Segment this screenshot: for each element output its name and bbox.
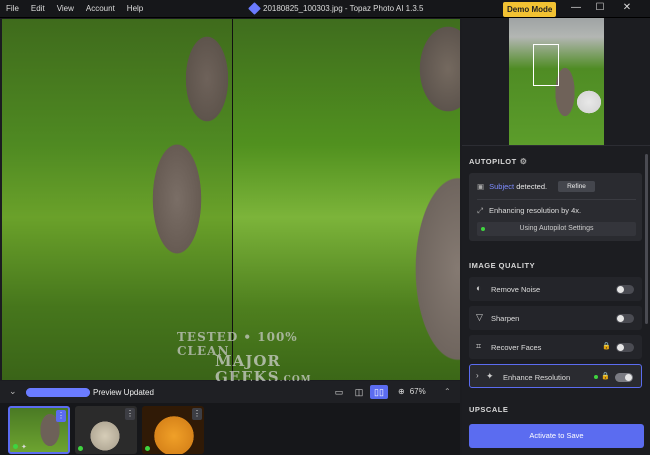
menu-help[interactable]: Help xyxy=(127,4,143,13)
thumbnail-moon-eclipse[interactable]: ⋮ xyxy=(75,406,137,454)
split-view-icon[interactable]: ◫ xyxy=(350,385,368,399)
comparison-divider[interactable] xyxy=(232,19,233,380)
status-dot xyxy=(78,446,83,451)
enhance-resolution-toggle[interactable] xyxy=(615,373,633,382)
subject-word: Subject xyxy=(489,182,515,191)
sharpen-icon: ▽ xyxy=(476,312,483,322)
remove-noise-label: Remove Noise xyxy=(491,285,541,294)
thumbnail-orange-moon[interactable]: ⋮ xyxy=(142,406,204,454)
divider xyxy=(477,199,636,200)
menu-edit[interactable]: Edit xyxy=(31,4,45,13)
close-icon[interactable]: ✕ xyxy=(616,2,638,13)
divider xyxy=(462,145,650,146)
enhance-sparkle-icon: ✦ xyxy=(486,371,494,381)
side-by-side-view-icon[interactable]: ▯▯ xyxy=(370,385,388,399)
recover-faces-toggle[interactable] xyxy=(616,343,634,352)
title-bar: File Edit View Account Help 20180825_100… xyxy=(0,0,650,18)
preview-toolbar: ⌄ Preview Updated ▭ ◫ ▯▯ ⊕ 67% ⌃ xyxy=(0,381,460,403)
recover-faces-option[interactable]: ⌗ Recover Faces 🔒 xyxy=(469,335,642,359)
chevron-down-icon[interactable]: ⌄ xyxy=(9,386,17,397)
filmstrip: ⋮ ✦ ⋮ ⋮ xyxy=(0,403,460,455)
chevron-right-icon[interactable]: › xyxy=(476,371,479,380)
minimize-icon[interactable]: — xyxy=(565,2,587,13)
more-menu-icon[interactable]: ⋮ xyxy=(56,410,66,422)
chevron-up-icon[interactable]: ⌃ xyxy=(444,387,451,396)
menu-view[interactable]: View xyxy=(57,4,74,13)
remove-noise-toggle[interactable] xyxy=(616,285,634,294)
remove-noise-option[interactable]: ◐ Remove Noise xyxy=(469,277,642,301)
demo-mode-button[interactable]: Demo Mode xyxy=(503,2,557,17)
autopilot-card: ▣ Subject detected. Refine ⤢ Enhancing r… xyxy=(469,173,642,241)
enhancing-text: Enhancing resolution by 4x. xyxy=(489,206,582,215)
enhancing-row: ⤢ Enhancing resolution by 4x. xyxy=(477,206,581,216)
preview-progress-fill xyxy=(26,388,90,397)
more-menu-icon[interactable]: ⋮ xyxy=(125,408,135,420)
maximize-icon[interactable]: ☐ xyxy=(589,2,611,13)
status-dot xyxy=(481,227,485,231)
window-title-text: 20180825_100303.jpg - Topaz Photo AI 1.3… xyxy=(263,4,424,13)
refine-button[interactable]: Refine xyxy=(558,181,595,192)
detected-text: detected. xyxy=(516,182,548,191)
enhance-resolution-option[interactable]: › ✦ Enhance Resolution 🔒 xyxy=(469,364,642,388)
settings-sidebar: AUTOPILOT ⚙ ▣ Subject detected. Refine ⤢ … xyxy=(462,18,650,455)
window-title: 20180825_100303.jpg - Topaz Photo AI 1.3… xyxy=(248,2,424,15)
enhance-resolution-label: Enhance Resolution xyxy=(503,373,571,382)
status-dot xyxy=(13,444,18,449)
topaz-logo-icon xyxy=(248,2,261,15)
menu-bar: File Edit View Account Help xyxy=(6,4,143,13)
menu-account[interactable]: Account xyxy=(86,4,115,13)
image-viewer[interactable] xyxy=(2,19,460,380)
recover-faces-icon: ⌗ xyxy=(476,341,482,351)
navigator-viewport-box[interactable] xyxy=(533,44,559,86)
sharpen-option[interactable]: ▽ Sharpen xyxy=(469,306,642,330)
lock-icon: 🔒 xyxy=(601,373,610,380)
status-dot xyxy=(145,446,150,451)
autopilot-sparkle-icon: ✦ xyxy=(21,444,27,451)
autopilot-heading: AUTOPILOT ⚙ xyxy=(469,157,528,166)
subject-detect-icon: ▣ xyxy=(477,182,485,191)
activate-to-save-button[interactable]: Activate to Save xyxy=(469,424,644,448)
using-autopilot-settings-button[interactable]: Using Autopilot Settings xyxy=(477,222,636,236)
sidebar-scrollbar[interactable] xyxy=(645,154,648,324)
status-dot xyxy=(594,375,598,379)
preview-status-label: Preview Updated xyxy=(93,388,154,397)
recover-faces-label: Recover Faces xyxy=(491,343,542,352)
sharpen-label: Sharpen xyxy=(491,314,520,323)
remove-noise-icon: ◐ xyxy=(476,283,482,293)
navigator-preview[interactable] xyxy=(509,18,604,145)
image-quality-heading: IMAGE QUALITY xyxy=(469,261,536,270)
lock-icon: 🔒 xyxy=(602,343,611,350)
zoom-control[interactable]: ⊕ 67% xyxy=(398,387,426,396)
single-view-icon[interactable]: ▭ xyxy=(330,385,348,399)
processed-image-pane[interactable] xyxy=(233,19,460,380)
original-image-pane[interactable] xyxy=(2,19,232,380)
sharpen-toggle[interactable] xyxy=(616,314,634,323)
preview-progress-bar xyxy=(26,388,90,397)
thumbnail-dog[interactable]: ⋮ ✦ xyxy=(8,406,70,454)
zoom-level: 67% xyxy=(409,387,426,396)
menu-file[interactable]: File xyxy=(6,4,19,13)
zoom-icon: ⊕ xyxy=(398,387,405,396)
subject-row: ▣ Subject detected. Refine xyxy=(477,181,595,192)
gear-icon[interactable]: ⚙ xyxy=(520,157,528,166)
upscale-heading: UPSCALE xyxy=(469,405,509,414)
more-menu-icon[interactable]: ⋮ xyxy=(192,408,202,420)
expand-arrows-icon: ⤢ xyxy=(477,206,483,215)
